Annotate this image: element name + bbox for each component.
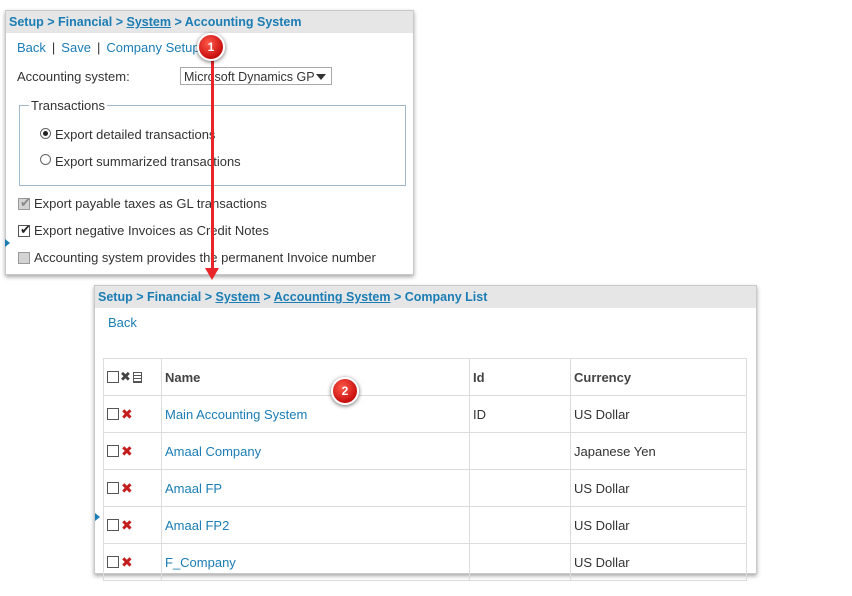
company-name-link[interactable]: Amaal FP2 — [161, 506, 470, 544]
breadcrumb-system[interactable]: System — [126, 15, 170, 29]
checkbox-payable-taxes-label: Export payable taxes as GL transactions — [34, 196, 267, 211]
toolbar: Back | Save | Company Setup — [17, 40, 200, 55]
row-checkbox[interactable] — [107, 445, 119, 458]
back-link[interactable]: Back — [17, 40, 46, 55]
breadcrumb: Setup > Financial > System > Accounting … — [95, 286, 756, 308]
breadcrumb: Setup > Financial > System > Accounting … — [6, 11, 413, 33]
delete-icon[interactable]: ✖ — [121, 443, 133, 459]
company-id — [469, 432, 571, 470]
step-arrow-head-icon — [205, 268, 219, 280]
table-row: ✖ Amaal FP2 US Dollar — [103, 506, 747, 544]
company-id — [469, 543, 571, 581]
expand-marker-icon — [5, 239, 10, 247]
table-row: ✖ Main Accounting System ID US Dollar — [103, 395, 747, 433]
table-header-row: ✖ Name Id Currency — [103, 358, 747, 396]
company-table: ✖ Name Id Currency ✖ Main Accounting Sys… — [103, 358, 747, 581]
breadcrumb-financial[interactable]: Financial — [147, 290, 201, 304]
company-currency: US Dollar — [570, 469, 747, 507]
column-header-id[interactable]: Id — [469, 358, 571, 396]
step-arrow-line — [211, 58, 214, 270]
company-id: ID — [469, 395, 571, 433]
checkbox-negative-invoices-label: Export negative Invoices as Credit Notes — [34, 223, 269, 238]
breadcrumb-system[interactable]: System — [215, 290, 259, 304]
breadcrumb-financial[interactable]: Financial — [58, 15, 112, 29]
company-name-link[interactable]: Main Accounting System — [161, 395, 470, 433]
checkbox-payable-taxes[interactable]: ✔ — [18, 196, 31, 210]
company-name-link[interactable]: F_Company — [161, 543, 470, 581]
breadcrumb-setup[interactable]: Setup — [9, 15, 44, 29]
select-all-checkbox[interactable] — [107, 371, 119, 384]
company-currency: US Dollar — [570, 543, 747, 581]
company-name-link[interactable]: Amaal FP — [161, 469, 470, 507]
delete-icon[interactable]: ✖ — [121, 406, 133, 422]
step-badge-1: 1 — [197, 33, 225, 61]
header-actions: ✖ — [103, 358, 162, 396]
delete-icon[interactable]: ✖ — [121, 554, 133, 570]
breadcrumb-current: Accounting System — [184, 15, 302, 29]
delete-icon[interactable]: ✖ — [121, 517, 133, 533]
row-checkbox[interactable] — [107, 519, 119, 532]
table-row: ✖ F_Company US Dollar — [103, 543, 747, 581]
column-header-currency[interactable]: Currency — [570, 358, 747, 396]
row-checkbox[interactable] — [107, 556, 119, 569]
company-list-panel: Setup > Financial > System > Accounting … — [94, 285, 757, 581]
delete-icon[interactable]: ✖ — [121, 480, 133, 496]
company-id — [469, 469, 571, 507]
accounting-system-label: Accounting system: — [17, 69, 130, 84]
breadcrumb-current: Company List — [404, 290, 488, 304]
row-checkbox[interactable] — [107, 482, 119, 495]
back-link[interactable]: Back — [108, 315, 137, 330]
chevron-down-icon — [316, 74, 326, 80]
column-header-name[interactable]: Name — [161, 358, 470, 396]
company-currency: US Dollar — [570, 395, 747, 433]
company-name-link[interactable]: Amaal Company — [161, 432, 470, 470]
company-list-content: Back ✖ Name Id Currency ✖ Main Accountin… — [103, 308, 748, 581]
company-id — [469, 506, 571, 544]
step-badge-2: 2 — [331, 377, 359, 405]
breadcrumb-accounting-system[interactable]: Accounting System — [274, 290, 391, 304]
radio-export-detailed-label: Export detailed transactions — [55, 127, 216, 142]
save-link[interactable]: Save — [61, 40, 91, 55]
table-row: ✖ Amaal Company Japanese Yen — [103, 432, 747, 470]
expand-marker-icon — [95, 513, 100, 521]
table-row: ✖ Amaal FP US Dollar — [103, 469, 747, 507]
toolbar: Back — [108, 315, 137, 330]
accounting-system-value: Microsoft Dynamics GP — [184, 70, 315, 84]
row-checkbox[interactable] — [107, 408, 119, 421]
document-icon[interactable] — [132, 371, 142, 383]
accounting-system-select[interactable]: Microsoft Dynamics GP — [180, 67, 332, 85]
company-currency: Japanese Yen — [570, 432, 747, 470]
transactions-legend: Transactions — [31, 98, 105, 113]
checkbox-negative-invoices[interactable]: ✔ — [18, 223, 31, 237]
checkbox-permanent-invoice[interactable] — [18, 252, 30, 264]
bulk-delete-icon[interactable]: ✖ — [120, 369, 131, 384]
radio-export-detailed[interactable] — [40, 128, 51, 139]
checkbox-permanent-invoice-label: Accounting system provides the permanent… — [34, 250, 376, 265]
radio-export-summarized[interactable] — [40, 154, 51, 165]
breadcrumb-setup[interactable]: Setup — [98, 290, 133, 304]
company-setup-link[interactable]: Company Setup — [106, 40, 199, 55]
company-currency: US Dollar — [570, 506, 747, 544]
